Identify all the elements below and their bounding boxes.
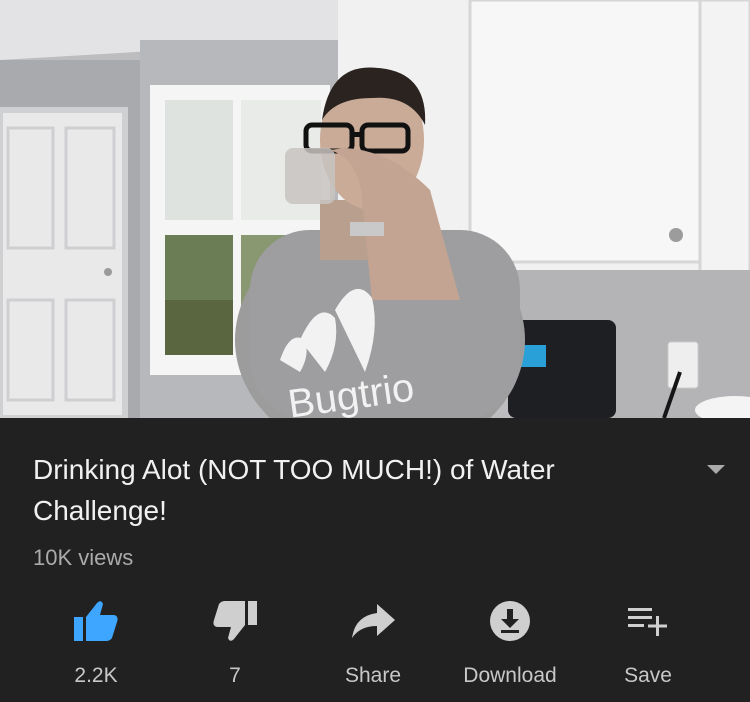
thumbs-up-icon	[72, 598, 120, 644]
share-button[interactable]: Share	[308, 588, 438, 688]
download-button[interactable]: Download	[445, 588, 575, 688]
save-button[interactable]: Save	[583, 588, 713, 688]
video-title: Drinking Alot (NOT TOO MUCH!) of Water C…	[33, 454, 555, 526]
share-label: Share	[344, 664, 402, 687]
view-count: 10K views	[33, 545, 134, 570]
thumbs-down-icon	[211, 598, 259, 644]
save-label: Save	[624, 664, 672, 687]
download-icon	[486, 598, 534, 644]
chevron-down-icon	[707, 465, 725, 474]
video-frame: Bugtrio	[0, 0, 750, 418]
dislike-button[interactable]: 7	[170, 588, 300, 688]
expand-description-button[interactable]	[700, 457, 732, 481]
video-player[interactable]: Bugtrio	[0, 0, 750, 418]
share-arrow-icon	[349, 598, 397, 644]
dislike-count: 7	[229, 664, 241, 687]
download-label: Download	[463, 664, 557, 687]
video-details: Drinking Alot (NOT TOO MUCH!) of Water C…	[0, 423, 750, 702]
playlist-add-icon	[624, 598, 672, 644]
like-button[interactable]: 2.2K	[31, 588, 161, 688]
like-count: 2.2K	[74, 664, 118, 687]
action-bar: 2.2K 7 Share Download Save	[0, 588, 750, 688]
